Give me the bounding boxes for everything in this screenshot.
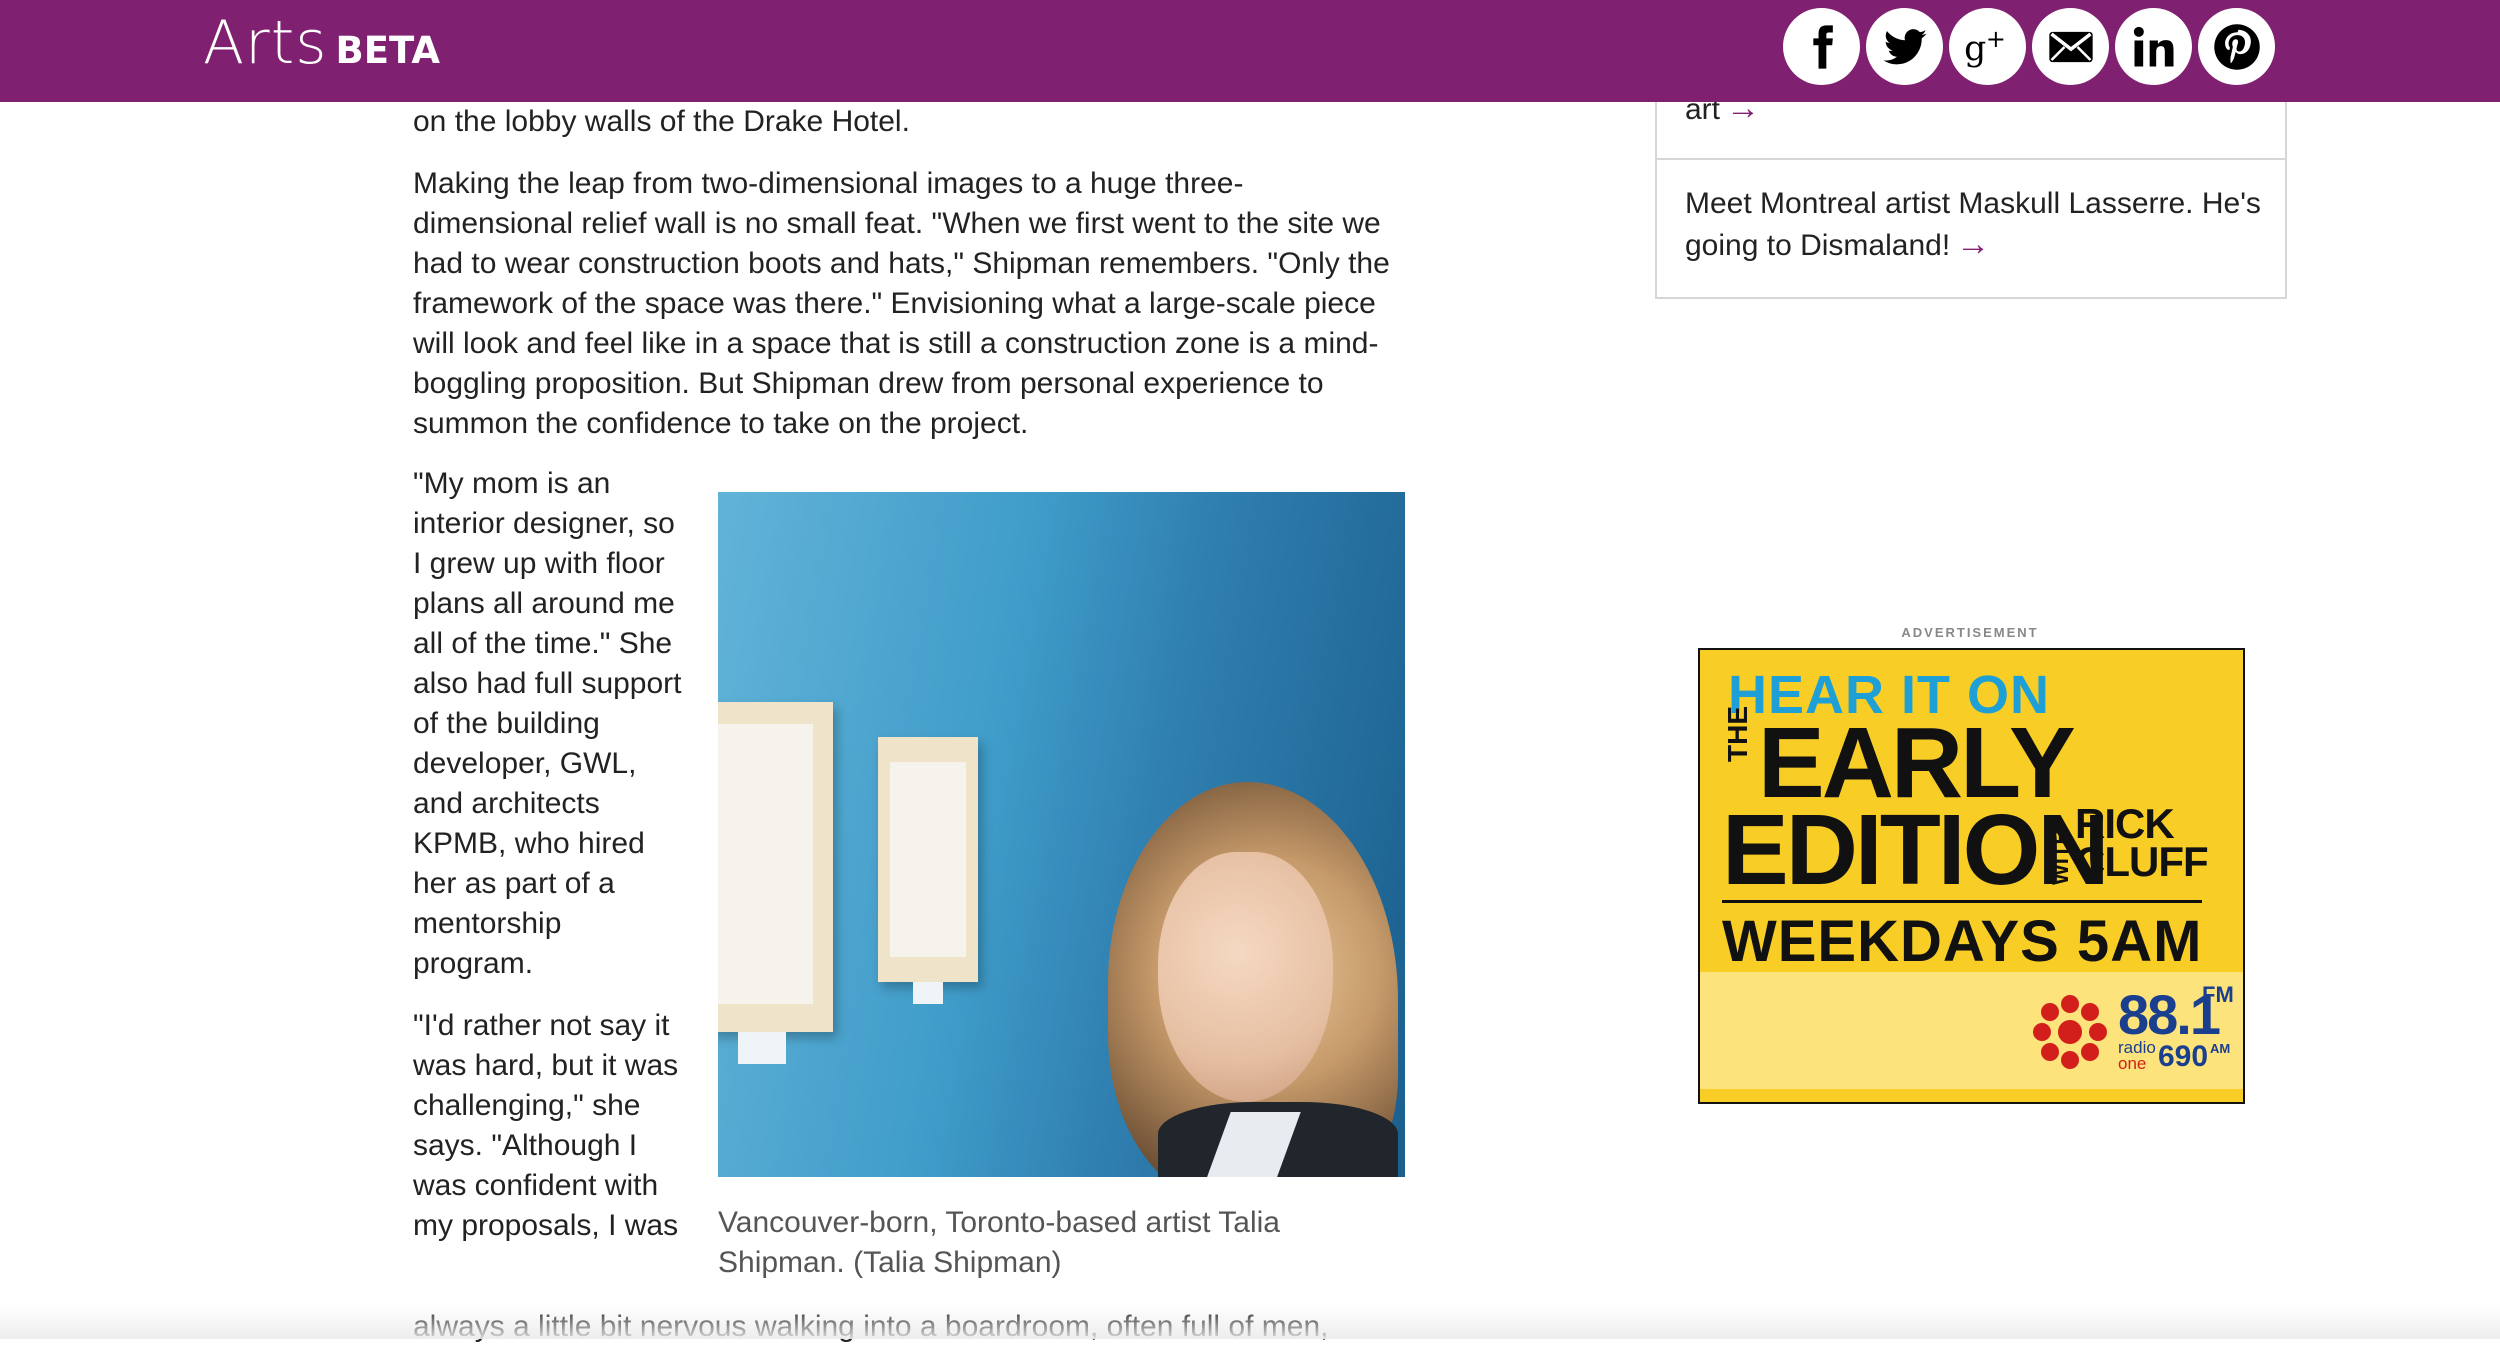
- pinterest-icon: [2213, 23, 2260, 70]
- svg-text:+: +: [1985, 25, 2005, 53]
- email-icon: [2048, 31, 2093, 62]
- ad-schedule: WEEKDAYS 5AM: [1722, 909, 2203, 974]
- google-plus-icon: g +: [1964, 25, 2006, 69]
- google-plus-share-button[interactable]: g +: [1949, 8, 2026, 85]
- twitter-icon: [1882, 28, 1927, 64]
- ad-text: CLUFF: [2075, 838, 2209, 885]
- ad-text: FM: [2202, 982, 2234, 1007]
- brand-name: Arts: [203, 8, 328, 78]
- framed-artwork: [718, 702, 833, 1032]
- artist-photo[interactable]: [718, 492, 1405, 1177]
- related-story-link[interactable]: art →: [1657, 91, 2285, 160]
- ad-footer-band: 88.1 FM radio one 690 AM: [1700, 972, 2243, 1089]
- ad-divider: [1722, 900, 2202, 903]
- beta-badge: BETA: [335, 29, 440, 72]
- site-header: Arts BETA g +: [0, 0, 2500, 102]
- linkedin-share-button[interactable]: [2115, 8, 2192, 85]
- pinterest-share-button[interactable]: [2198, 8, 2275, 85]
- ad-text: THE: [1722, 706, 1753, 762]
- bottom-fade: [0, 1305, 2500, 1339]
- facebook-share-button[interactable]: [1783, 8, 1860, 85]
- ad-text: WITH: [2048, 828, 2073, 885]
- share-bar: g +: [1783, 8, 2281, 85]
- advertisement-label: ADVERTISEMENT: [1901, 625, 2039, 640]
- radio-one-wordmark: radio one: [2118, 1039, 2156, 1073]
- article-figure: Vancouver-born, Toronto-based artist Tal…: [718, 492, 1405, 1283]
- paragraph: "I'd rather not say it was hard, but it …: [413, 1009, 679, 1242]
- wall-label: [738, 1032, 786, 1064]
- email-share-button[interactable]: [2032, 8, 2109, 85]
- framed-artwork: [878, 737, 978, 982]
- ad-text: AM: [2210, 1041, 2231, 1056]
- ad-frequency: 690: [2158, 1040, 2209, 1073]
- facebook-icon: [1812, 24, 1833, 69]
- wrapped-text-column: "My mom is an interior designer, so I gr…: [413, 464, 683, 1268]
- related-story-link[interactable]: Meet Montreal artist Maskull Lasserre. H…: [1685, 184, 2265, 266]
- figure-caption: Vancouver-born, Toronto-based artist Tal…: [718, 1206, 1280, 1279]
- wall-label: [913, 982, 943, 1004]
- ad-host-name: RICK CLUFF: [2075, 803, 2209, 883]
- paragraph: Making the leap from two-dimensional ima…: [413, 167, 1390, 440]
- cbc-gem-icon: [2033, 995, 2107, 1069]
- related-stories: art → Meet Montreal artist Maskull Lasser…: [1655, 91, 2287, 299]
- linkedin-icon: [2133, 26, 2173, 66]
- paragraph: on the lobby walls of the Drake Hotel.: [413, 105, 910, 138]
- svg-text:g: g: [1964, 29, 1986, 69]
- arrow-right-icon: →: [1956, 225, 1991, 263]
- portrait-face: [1158, 852, 1333, 1102]
- advertisement-banner[interactable]: HEAR IT ON THE EARLY EDITION WITH RICK CL…: [1698, 648, 2245, 1104]
- paragraph: "My mom is an interior designer, so I gr…: [413, 467, 682, 980]
- twitter-share-button[interactable]: [1866, 8, 1943, 85]
- ad-text: one: [2118, 1054, 2147, 1073]
- arts-logo[interactable]: Arts BETA: [203, 8, 440, 78]
